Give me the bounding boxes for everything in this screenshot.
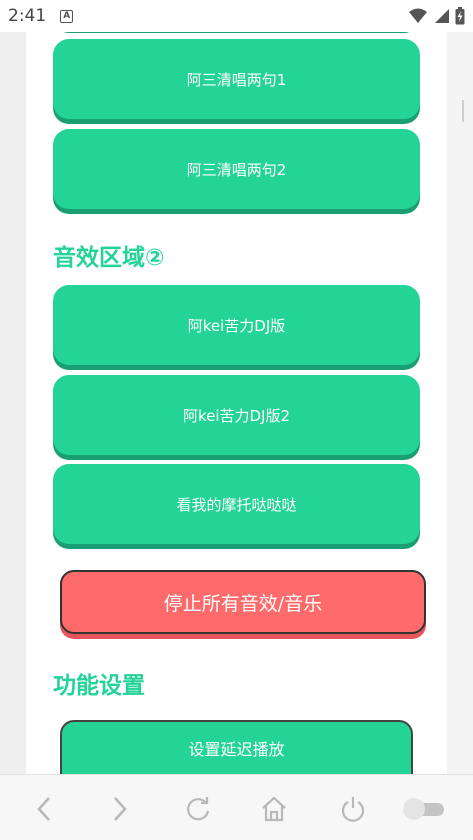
sound-button-label: 阿三清唱两句1 [186, 70, 287, 89]
sound-button-label: 阿kei苦力DJ版 [187, 316, 286, 335]
home-icon[interactable] [260, 795, 288, 823]
battery-icon [455, 7, 465, 25]
delay-play-label: 设置延迟播放 [188, 740, 285, 759]
sound-button-label: 看我的摩托哒哒哒 [176, 495, 297, 514]
sound-button-asan-2[interactable]: 阿三清唱两句2 [53, 129, 420, 209]
sound-button-asan-1[interactable]: 阿三清唱两句1 [53, 39, 420, 119]
sound-button-label: 阿kei苦力DJ版2 [182, 406, 291, 425]
stop-all-label: 停止所有音效/音乐 [163, 592, 323, 615]
scrollbar-thumb[interactable] [462, 100, 464, 122]
a-box-icon: A [60, 9, 74, 23]
section-title-sound-area-2: 音效区域② [53, 245, 165, 271]
section-title-settings: 功能设置 [53, 673, 145, 699]
sound-button-motorcycle[interactable]: 看我的摩托哒哒哒 [53, 464, 420, 544]
right-margin [447, 32, 473, 774]
bottom-nav-bar [0, 774, 473, 840]
refresh-icon[interactable] [184, 795, 212, 823]
sound-button-akei-dj-2[interactable]: 阿kei苦力DJ版2 [53, 375, 420, 455]
main-content: 阿三清唱两句1 阿三清唱两句2 音效区域② 阿kei苦力DJ版 阿kei苦力DJ… [26, 32, 447, 774]
stop-all-button[interactable]: 停止所有音效/音乐 [60, 570, 426, 634]
wifi-icon [409, 8, 427, 23]
back-icon[interactable] [30, 795, 58, 823]
signal-icon [435, 9, 449, 23]
power-icon[interactable] [339, 795, 367, 823]
status-icons [409, 7, 465, 25]
status-bar: 2:41 A [0, 0, 473, 32]
left-margin [0, 32, 26, 774]
forward-icon[interactable] [106, 795, 134, 823]
toggle-icon[interactable] [400, 795, 446, 823]
sound-button-akei-dj[interactable]: 阿kei苦力DJ版 [53, 285, 420, 365]
status-time: 2:41 [8, 6, 47, 26]
delay-play-button[interactable]: 设置延迟播放 [60, 720, 413, 774]
sound-button-label: 阿三清唱两句2 [186, 160, 287, 179]
